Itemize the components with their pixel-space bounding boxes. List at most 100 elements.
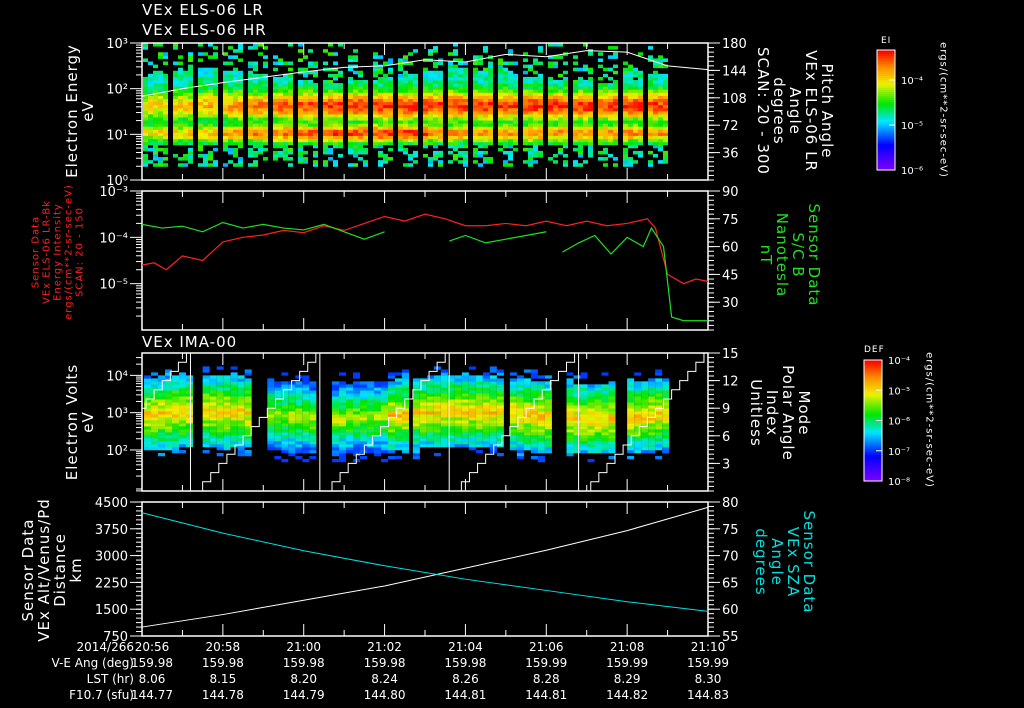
spectrogram-cell — [373, 135, 378, 140]
spectrogram-cell — [303, 110, 308, 115]
spectrogram-cell — [633, 92, 638, 96]
spectrogram-cell — [163, 107, 168, 112]
spectrogram-cell — [508, 98, 513, 103]
spectrogram-cell — [463, 101, 468, 106]
spectrogram-cell — [641, 387, 649, 391]
spectrogram-cell — [248, 92, 253, 96]
spectrogram-cell — [263, 89, 268, 93]
y2-tick-label: 60 — [722, 241, 739, 256]
spectrogram-cell — [523, 76, 528, 81]
spectrogram-cell — [238, 116, 243, 121]
spectrogram-cell — [363, 120, 368, 124]
spectrogram-cell — [523, 446, 531, 451]
spectrogram-cell — [332, 458, 340, 463]
spectrogram-cell — [454, 384, 462, 388]
spectrogram-cell — [458, 76, 463, 81]
spectrogram-cell — [655, 441, 663, 445]
spectrogram-cell — [412, 378, 420, 382]
spectrogram-cell — [348, 113, 353, 118]
spectrogram-cell — [303, 113, 308, 118]
spectrogram-cell — [339, 408, 347, 412]
spectrogram-cell — [348, 67, 353, 72]
spectrogram-cell — [583, 67, 588, 72]
spectrogram-cell — [381, 458, 389, 463]
spectrogram-cell — [468, 414, 476, 418]
spectrogram-cell — [508, 113, 513, 118]
spectrogram-cell — [473, 141, 478, 146]
spectrogram-cell — [179, 372, 187, 376]
spectrogram-cell — [548, 98, 553, 103]
spectrogram-cell — [203, 157, 208, 161]
spectrogram-cell — [403, 150, 408, 155]
spectrogram-cell — [461, 399, 469, 403]
spectrogram-cell — [461, 393, 469, 397]
spectrogram-cell — [423, 123, 428, 127]
spectrogram-cell — [216, 411, 224, 415]
spectrogram-cell — [395, 399, 403, 403]
spectrogram-cell — [638, 116, 643, 121]
spectrogram-cell — [608, 393, 616, 397]
spectrogram-cell — [388, 132, 393, 136]
spectrogram-cell — [463, 86, 468, 90]
spectrogram-cell — [454, 375, 462, 379]
spectrogram-cell — [583, 89, 588, 93]
spectrogram-cell — [523, 120, 528, 124]
spectrogram-cell — [283, 79, 288, 84]
spectrogram-cell — [158, 55, 163, 59]
spectrogram-cell — [489, 390, 497, 394]
spectrogram-cell — [648, 138, 653, 143]
spectrogram-cell — [587, 396, 595, 400]
spectrogram-cell — [274, 423, 282, 427]
spectrogram-cell — [498, 129, 503, 133]
spectrogram-cell — [374, 408, 382, 412]
spectrogram-cell — [503, 83, 508, 87]
spectrogram-cell — [641, 402, 649, 406]
spectrogram-cell — [530, 381, 538, 385]
spectrogram-cell — [428, 141, 433, 146]
spectrogram-cell — [538, 141, 543, 146]
spectrogram-cell — [302, 432, 310, 436]
spectrogram-cell — [608, 420, 616, 424]
spectrogram-cell — [433, 408, 441, 412]
spectrogram-cell — [258, 135, 263, 140]
spectrogram-cell — [323, 163, 328, 167]
spectrogram-cell — [383, 141, 388, 146]
spectrogram-cell — [566, 384, 574, 388]
spectrogram-cell — [548, 157, 553, 161]
spectrogram-cell — [587, 414, 595, 418]
spectrogram-cell — [353, 396, 361, 400]
spectrogram-cell — [628, 123, 633, 127]
spectrogram-cell — [178, 135, 183, 140]
spectrogram-cell — [523, 70, 528, 75]
spectrogram-cell — [578, 86, 583, 90]
spectrogram-cell — [461, 441, 469, 445]
spectrogram-cell — [230, 390, 238, 394]
spectrogram-cell — [473, 98, 478, 103]
spectrogram-cell — [203, 76, 208, 81]
spectrogram-cell — [163, 135, 168, 140]
spectrogram-cell — [623, 116, 628, 121]
spectrogram-cell — [267, 393, 275, 397]
spectrogram-cell — [198, 98, 203, 103]
spectrogram-cell — [533, 147, 538, 152]
spectrogram-cell — [578, 113, 583, 118]
spectrogram-cell — [498, 70, 503, 75]
spectrogram-cell — [388, 387, 396, 391]
spectrogram-cell — [613, 95, 618, 99]
spectrogram-cell — [332, 432, 340, 436]
spectrogram-cell — [223, 381, 231, 385]
spectrogram-cell — [578, 141, 583, 146]
spectrogram-cell — [544, 432, 552, 436]
els-spectrogram — [143, 43, 668, 167]
spectrogram-cell — [548, 123, 553, 127]
spectrogram-cell — [483, 120, 488, 124]
spectrogram-cell — [258, 123, 263, 127]
spectrogram-cell — [587, 446, 595, 451]
spectrogram-cell — [230, 378, 238, 382]
spectrogram-cell — [244, 396, 252, 400]
spectrogram-cell — [548, 141, 553, 146]
spectrogram-cell — [413, 150, 418, 155]
spectrogram-cell — [173, 153, 178, 158]
spectrogram-cell — [223, 123, 228, 127]
spectrogram-cell — [628, 163, 633, 167]
